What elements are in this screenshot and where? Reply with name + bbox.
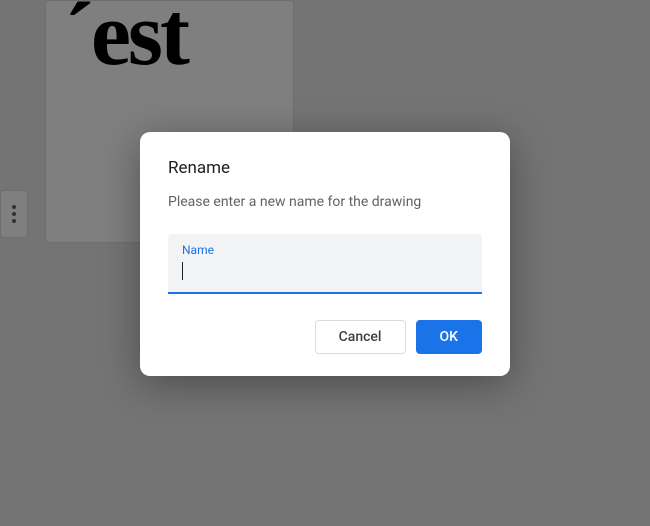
name-input-label: Name <box>182 243 468 257</box>
dialog-description: Please enter a new name for the drawing <box>168 194 482 210</box>
rename-dialog: Rename Please enter a new name for the d… <box>140 132 510 376</box>
name-input-container[interactable]: Name <box>168 234 482 294</box>
text-cursor <box>182 262 183 280</box>
dialog-button-row: Cancel OK <box>168 320 482 354</box>
dialog-title: Rename <box>168 158 482 178</box>
cancel-button[interactable]: Cancel <box>315 320 406 354</box>
ok-button[interactable]: OK <box>416 320 483 354</box>
modal-overlay: Rename Please enter a new name for the d… <box>0 0 650 526</box>
name-input[interactable] <box>182 259 468 281</box>
